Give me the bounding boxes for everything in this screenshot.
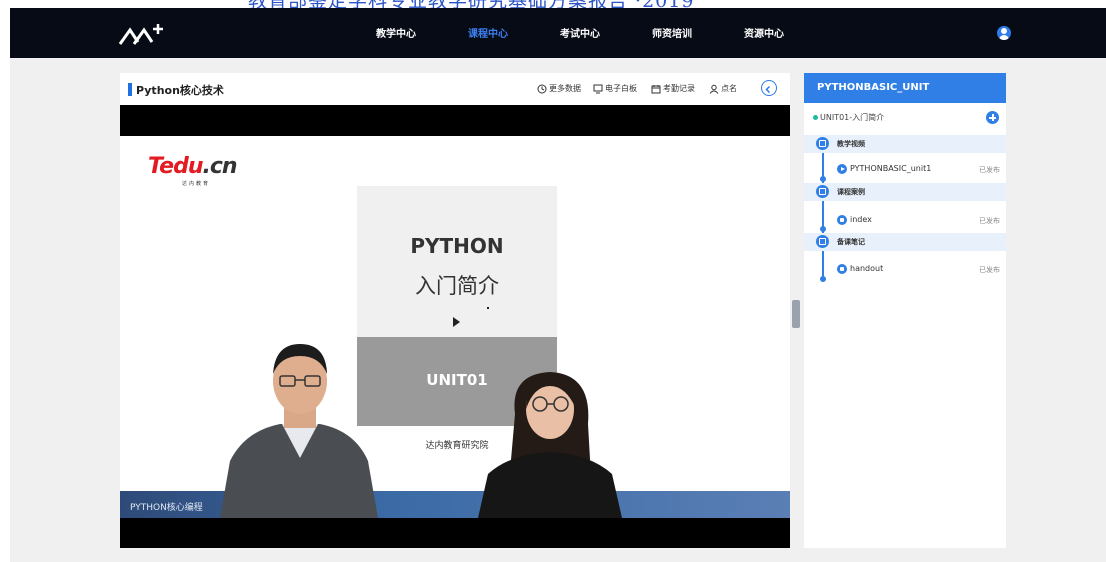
video-section-icon — [816, 137, 829, 150]
item-label: index — [850, 215, 872, 224]
slide-python-text: PYTHON — [410, 234, 504, 258]
outline-item-video[interactable]: PYTHONBASIC_unit1 已发布 — [804, 159, 1006, 179]
sidebar-header: PYTHONBASIC_UNIT — [804, 73, 1006, 103]
notes-section-icon — [816, 235, 829, 248]
attendance-label: 考勤记录 — [663, 84, 695, 93]
nav-item-teaching[interactable]: 教学中心 — [376, 25, 416, 40]
nav-item-courses[interactable]: 课程中心 — [468, 25, 508, 40]
panel-header: Python核心技术 更多数据 电子白板 考勤记录 点名 — [120, 73, 790, 105]
section-lesson-notes[interactable]: 备课笔记 — [804, 233, 1006, 251]
course-title: Python核心技术 — [136, 84, 224, 97]
item-label: PYTHONBASIC_unit1 — [850, 164, 932, 173]
sidebar-title: PYTHONBASIC_UNIT — [817, 82, 930, 93]
section-course-cases[interactable]: 课程案例 — [804, 183, 1006, 201]
play-circle-icon — [837, 164, 847, 174]
outline-item-handout[interactable]: handout 已发布 — [804, 259, 1006, 279]
section-label: 备课笔记 — [837, 238, 865, 246]
case-section-icon — [816, 185, 829, 198]
section-teaching-video[interactable]: 教学视频 — [804, 135, 1006, 153]
timeline-node — [820, 226, 826, 232]
user-avatar-icon[interactable] — [997, 26, 1011, 40]
attendance-button[interactable]: 考勤记录 — [651, 83, 695, 94]
title-accent-bar — [128, 83, 132, 96]
item-status: 已发布 — [979, 266, 1000, 274]
course-player-panel: Python核心技术 更多数据 电子白板 考勤记录 点名 Tedu.cn 达内教… — [120, 73, 790, 548]
male-presenter-figure — [220, 344, 378, 518]
timeline-node — [820, 176, 826, 182]
tedu-logo-subtext: 达内教育 — [182, 181, 211, 187]
whiteboard-label: 电子白板 — [605, 84, 637, 93]
timeline-node — [820, 276, 826, 282]
nav-item-exams[interactable]: 考试中心 — [560, 25, 600, 40]
chart-clock-icon — [537, 84, 547, 93]
app-logo-icon[interactable] — [118, 22, 168, 48]
nav-item-training[interactable]: 师资培训 — [652, 25, 692, 40]
slide-band-label: PYTHON核心编程 — [130, 503, 203, 513]
outline-item-index[interactable]: index 已发布 — [804, 210, 1006, 230]
item-status: 已发布 — [979, 166, 1000, 174]
calendar-icon — [651, 84, 661, 93]
course-outline-sidebar: PYTHONBASIC_UNIT UNIT01-入门简介 教学视频 PYTHON… — [804, 73, 1006, 548]
lecture-slide: Tedu.cn 达内教育 PYTHON 入门简介 UNIT01 达内教育研究院 … — [120, 136, 790, 518]
more-data-button[interactable]: 更多数据 — [537, 83, 581, 94]
top-caption-strip: 教育部鉴定学科专业教学研究基础方案报告 ·2019 — [0, 0, 1106, 8]
add-plus-icon[interactable] — [986, 111, 999, 124]
whiteboard-button[interactable]: 电子白板 — [593, 83, 637, 94]
unit-bullet-icon — [813, 115, 818, 120]
item-status: 已发布 — [979, 217, 1000, 225]
top-navbar: 教学中心 课程中心 考试中心 师资培训 资源中心 — [10, 8, 1106, 58]
roll-call-button[interactable]: 点名 — [709, 83, 737, 94]
section-label: 课程案例 — [837, 188, 865, 196]
unit-row[interactable]: UNIT01-入门简介 — [804, 109, 1006, 127]
person-icon — [709, 84, 719, 94]
more-data-label: 更多数据 — [549, 84, 581, 93]
section-label: 教学视频 — [837, 140, 865, 148]
video-player[interactable]: Tedu.cn 达内教育 PYTHON 入门简介 UNIT01 达内教育研究院 … — [120, 105, 790, 548]
chevron-left-icon — [765, 85, 771, 94]
unit-label: UNIT01-入门简介 — [820, 113, 885, 122]
nav-item-resources[interactable]: 资源中心 — [744, 25, 784, 40]
play-triangle-icon — [453, 317, 460, 327]
female-presenter-figure — [478, 372, 622, 518]
item-label: handout — [850, 264, 884, 273]
collapse-panel-button[interactable] — [761, 80, 777, 96]
whiteboard-icon — [593, 84, 603, 93]
roll-call-label: 点名 — [721, 84, 737, 93]
doc-circle-icon — [837, 264, 847, 274]
top-caption-text: 教育部鉴定学科专业教学研究基础方案报告 ·2019 — [248, 0, 694, 8]
cursor-dot — [487, 307, 489, 309]
sidebar-drag-handle[interactable] — [792, 300, 800, 328]
slide-card-title: PYTHON 入门简介 — [357, 186, 557, 337]
tedu-logo: Tedu.cn 达内教育 — [148, 154, 238, 187]
slide-intro-text: 入门简介 — [415, 274, 499, 298]
tedu-logo-text: Tedu.cn — [148, 154, 238, 179]
doc-circle-icon — [837, 215, 847, 225]
